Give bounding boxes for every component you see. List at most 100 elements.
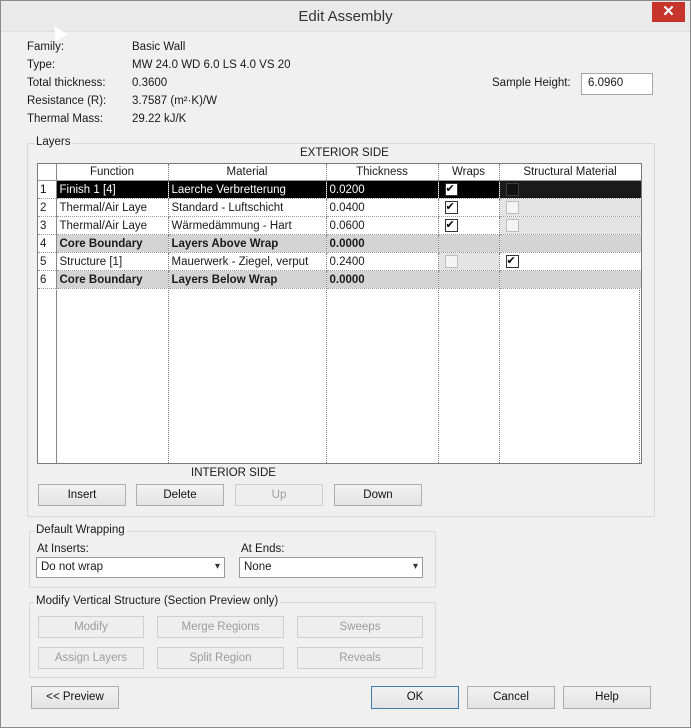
- structural-cell: [499, 234, 641, 253]
- thickness-cell: 0.0000: [326, 270, 439, 289]
- at-ends-value: None: [244, 561, 272, 573]
- wraps-cell[interactable]: [438, 198, 500, 217]
- function-cell[interactable]: Thermal/Air Laye: [56, 198, 169, 217]
- at-ends-label: At Ends:: [241, 543, 285, 555]
- row-number[interactable]: 6: [38, 270, 57, 289]
- wraps-cell: [438, 252, 500, 271]
- at-inserts-select[interactable]: Do not wrap ▾: [36, 557, 225, 578]
- structural-cell: [499, 180, 641, 199]
- at-ends-select[interactable]: None ▾: [239, 557, 423, 578]
- wraps-cell[interactable]: [438, 216, 500, 235]
- material-cell: Layers Above Wrap: [168, 234, 327, 253]
- preview-button[interactable]: << Preview: [31, 686, 119, 709]
- structural-checkbox: [505, 183, 519, 196]
- total-thickness-value: 0.3600: [132, 77, 168, 89]
- split-region-button[interactable]: Split Region: [157, 647, 284, 669]
- chevron-down-icon: ▾: [214, 561, 220, 572]
- close-button[interactable]: ✕: [652, 2, 685, 22]
- material-cell: Layers Below Wrap: [168, 270, 327, 289]
- table-row[interactable]: 3 Thermal/Air Laye Wärmedämmung - Hart 0…: [38, 216, 641, 235]
- wraps-checkbox[interactable]: [444, 200, 458, 214]
- cancel-button[interactable]: Cancel: [467, 686, 555, 709]
- structural-cell: [499, 270, 641, 289]
- material-cell[interactable]: Wärmedämmung - Hart: [168, 216, 327, 235]
- assign-layers-button[interactable]: Assign Layers: [38, 647, 144, 669]
- layers-header-row: Function Material Thickness Wraps Struct…: [38, 164, 641, 181]
- wraps-checkbox: [444, 255, 458, 268]
- wraps-cell: [438, 270, 500, 289]
- ok-button[interactable]: OK: [371, 686, 459, 709]
- family-label: Family:: [27, 41, 65, 53]
- material-cell[interactable]: Standard - Luftschicht: [168, 198, 327, 217]
- sample-height-input[interactable]: 6.0960: [581, 73, 653, 95]
- interior-side-label: INTERIOR SIDE: [191, 467, 276, 479]
- modify-vertical-title: Modify Vertical Structure (Section Previ…: [34, 595, 281, 607]
- resistance-label: Resistance (R):: [27, 95, 107, 107]
- row-number[interactable]: 3: [38, 216, 57, 235]
- title-bar[interactable]: Edit Assembly ✕: [1, 1, 690, 32]
- structural-checkbox: [505, 219, 519, 232]
- col-header-num: [38, 164, 57, 181]
- wraps-checkbox[interactable]: [444, 182, 458, 196]
- function-cell: Core Boundary: [56, 270, 169, 289]
- reveals-button[interactable]: Reveals: [297, 647, 423, 669]
- row-number[interactable]: 1: [38, 180, 57, 199]
- structural-checkbox[interactable]: [505, 254, 519, 268]
- table-row[interactable]: 1 Finish 1 [4] Laerche Verbretterung 0.0…: [38, 180, 641, 199]
- total-thickness-label: Total thickness:: [27, 77, 106, 89]
- default-wrapping-title: Default Wrapping: [34, 524, 127, 536]
- col-header-structural-material[interactable]: Structural Material: [499, 164, 641, 181]
- function-cell[interactable]: Structure [1]: [56, 252, 169, 271]
- thickness-cell[interactable]: 0.0200: [326, 180, 439, 199]
- layers-group-title: Layers: [34, 136, 73, 148]
- col-header-thickness[interactable]: Thickness: [326, 164, 439, 181]
- table-row[interactable]: 4 Core Boundary Layers Above Wrap 0.0000: [38, 234, 641, 253]
- window-title: Edit Assembly: [298, 8, 393, 25]
- up-button[interactable]: Up: [235, 484, 323, 506]
- row-number[interactable]: 4: [38, 234, 57, 253]
- type-label: Type:: [27, 59, 56, 71]
- wraps-cell[interactable]: [438, 180, 500, 199]
- layers-table[interactable]: Function Material Thickness Wraps Struct…: [37, 163, 642, 464]
- insert-button[interactable]: Insert: [38, 484, 126, 506]
- down-button[interactable]: Down: [334, 484, 422, 506]
- resistance-value: 3.7587 (m²·K)/W: [132, 95, 217, 107]
- chevron-down-icon: ▾: [412, 561, 418, 572]
- edit-assembly-dialog: Edit Assembly ✕ Family: Basic Wall Type:…: [0, 0, 691, 728]
- structural-cell: [499, 216, 641, 235]
- empty-rows-area: [56, 290, 640, 463]
- thermal-mass-label: Thermal Mass:: [27, 113, 104, 125]
- table-row[interactable]: 2 Thermal/Air Laye Standard - Luftschich…: [38, 198, 641, 217]
- material-cell[interactable]: Laerche Verbretterung: [168, 180, 327, 199]
- sweeps-button[interactable]: Sweeps: [297, 616, 423, 638]
- delete-button[interactable]: Delete: [136, 484, 224, 506]
- modify-button[interactable]: Modify: [38, 616, 144, 638]
- row-number[interactable]: 2: [38, 198, 57, 217]
- wraps-cell: [438, 234, 500, 253]
- table-row[interactable]: 6 Core Boundary Layers Below Wrap 0.0000: [38, 270, 641, 289]
- structural-checkbox: [505, 201, 519, 214]
- at-inserts-value: Do not wrap: [41, 561, 104, 573]
- function-cell: Core Boundary: [56, 234, 169, 253]
- exterior-side-label: EXTERIOR SIDE: [300, 147, 389, 159]
- row-number[interactable]: 5: [38, 252, 57, 271]
- col-header-material[interactable]: Material: [168, 164, 327, 181]
- family-value: Basic Wall: [132, 41, 186, 53]
- structural-cell: [499, 198, 641, 217]
- help-button[interactable]: Help: [563, 686, 651, 709]
- thickness-cell: 0.0000: [326, 234, 439, 253]
- table-row[interactable]: 5 Structure [1] Mauerwerk - Ziegel, verp…: [38, 252, 641, 271]
- thickness-cell[interactable]: 0.2400: [326, 252, 439, 271]
- wraps-checkbox[interactable]: [444, 218, 458, 232]
- material-cell[interactable]: Mauerwerk - Ziegel, verput: [168, 252, 327, 271]
- function-cell[interactable]: Thermal/Air Laye: [56, 216, 169, 235]
- merge-regions-button[interactable]: Merge Regions: [157, 616, 284, 638]
- sample-height-label: Sample Height:: [492, 77, 571, 89]
- function-cell[interactable]: Finish 1 [4]: [56, 180, 169, 199]
- col-header-function[interactable]: Function: [56, 164, 169, 181]
- col-header-wraps[interactable]: Wraps: [438, 164, 500, 181]
- thickness-cell[interactable]: 0.0600: [326, 216, 439, 235]
- structural-cell[interactable]: [499, 252, 641, 271]
- thickness-cell[interactable]: 0.0400: [326, 198, 439, 217]
- at-inserts-label: At Inserts:: [37, 543, 89, 555]
